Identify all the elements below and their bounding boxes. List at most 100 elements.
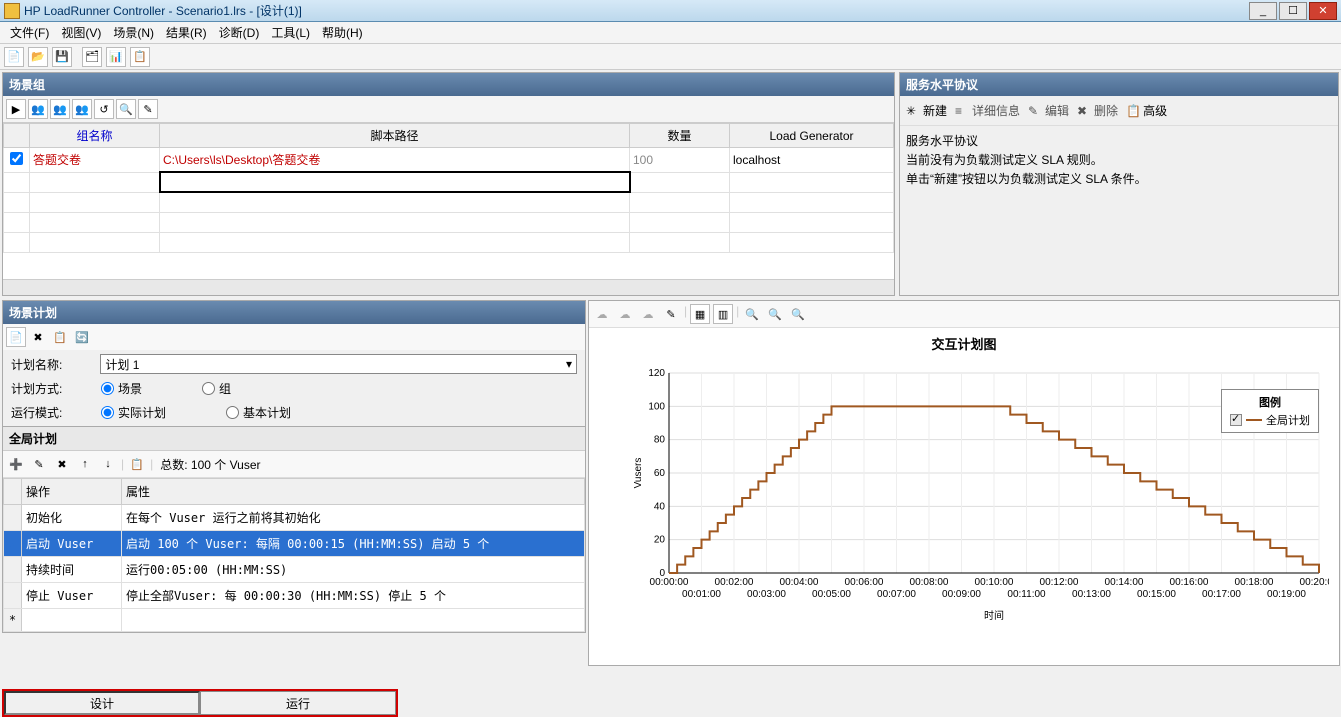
tab-run[interactable]: 运行 [200,691,396,715]
plan-name-label: 计划名称: [11,356,100,373]
col-attribute: 属性 [122,479,585,505]
play-icon[interactable]: ▶ [6,99,26,119]
sla-detail-button[interactable]: ≡详细信息 [955,102,1020,119]
svg-text:00:03:00: 00:03:00 [747,589,786,600]
vusers-icon-1[interactable]: 👥 [28,99,48,119]
svg-text:20: 20 [654,535,666,546]
radio-mode-real[interactable]: 实际计划 [101,404,166,421]
svg-text:时间: 时间 [984,609,1004,622]
menu-diag[interactable]: 诊断(D) [213,22,266,43]
gp-del-icon[interactable]: ✖ [52,454,72,474]
chart-view-2-icon[interactable]: ▥ [713,304,733,324]
table-row[interactable]: 答题交卷 C:\Users\ls\Desktop\答题交卷 100 localh… [4,148,894,173]
open-icon[interactable]: 📂 [28,47,48,67]
chart-tool-2[interactable]: ☁ [615,304,635,324]
vusers-icon-2[interactable]: 👥 [50,99,70,119]
gp-add-icon[interactable]: ➕ [6,454,26,474]
new-icon: ✳ [906,104,920,118]
zoom-in-icon[interactable]: 🔍 [742,304,762,324]
run-mode-label: 运行模式: [11,404,101,421]
plan-name-select[interactable]: 计划 1▾ [100,354,577,374]
menu-view[interactable]: 视图(V) [55,22,107,43]
global-plan-grid[interactable]: 操作 属性 初始化在每个 Vuser 运行之前将其初始化 ▸启动 Vuser启动… [3,478,585,632]
menu-file[interactable]: 文件(F) [4,22,55,43]
svg-text:00:13:00: 00:13:00 [1072,589,1111,600]
gp-copy-icon[interactable]: 📋 [127,454,147,474]
details-icon[interactable]: 🔍 [116,99,136,119]
maximize-button[interactable]: ☐ [1279,2,1307,20]
legend-line-icon [1246,419,1262,421]
svg-text:00:14:00: 00:14:00 [1105,577,1144,588]
scenario-group-toolbar: ▶ 👥 👥 👥 ↺ 🔍 ✎ [3,96,894,123]
menu-results[interactable]: 结果(R) [160,22,213,43]
svg-text:00:01:00: 00:01:00 [682,589,721,600]
new-icon[interactable]: 📄 [4,47,24,67]
scenario-group-header: 场景组 [3,73,894,96]
chart-tool-1[interactable]: ☁ [592,304,612,324]
reset-icon[interactable]: ↺ [94,99,114,119]
edit-icon[interactable]: ✎ [138,99,158,119]
menu-tools[interactable]: 工具(L) [265,22,316,43]
tool-icon-1[interactable]: 🗂 [82,47,102,67]
col-group-name[interactable]: 组名称 [30,124,160,148]
legend-checkbox[interactable] [1230,414,1242,426]
svg-text:00:00:00: 00:00:00 [650,577,689,588]
menu-help[interactable]: 帮助(H) [316,22,369,43]
table-row[interactable]: 初始化在每个 Vuser 运行之前将其初始化 [4,505,585,531]
svg-text:60: 60 [654,468,666,479]
tool-icon-2[interactable]: 📊 [106,47,126,67]
row-checkbox[interactable] [10,152,23,165]
gp-up-icon[interactable]: ↑ [75,454,95,474]
sla-delete-button[interactable]: ✖删除 [1077,102,1118,119]
schedule-header: 场景计划 [3,301,585,324]
window-title: HP LoadRunner Controller - Scenario1.lrs… [24,2,302,19]
svg-text:00:10:00: 00:10:00 [975,577,1014,588]
svg-text:00:04:00: 00:04:00 [780,577,819,588]
svg-text:00:20:00: 00:20:00 [1300,577,1329,588]
sched-new-icon[interactable]: 📄 [6,327,26,347]
svg-text:00:17:00: 00:17:00 [1202,589,1241,600]
global-plan-toolbar: ➕ ✎ ✖ ↑ ↓ | 📋 | 总数: 100 个 Vuser [3,451,585,478]
minimize-button[interactable]: _ [1249,2,1277,20]
svg-text:00:09:00: 00:09:00 [942,589,981,600]
svg-text:Vusers: Vusers [633,458,644,489]
global-plan-header: 全局计划 [3,427,585,451]
sched-refresh-icon[interactable]: 🔄 [72,327,92,347]
radio-method-scene[interactable]: 场景 [101,380,142,397]
save-icon[interactable]: 💾 [52,47,72,67]
menu-bar: 文件(F) 视图(V) 场景(N) 结果(R) 诊断(D) 工具(L) 帮助(H… [0,22,1341,44]
col-load-generator: Load Generator [730,124,894,148]
horizontal-scrollbar[interactable] [3,279,894,295]
cell-group-name: 答题交卷 [30,148,160,173]
chart-view-1-icon[interactable]: ▦ [690,304,710,324]
sched-delete-icon[interactable]: ✖ [28,327,48,347]
vusers-icon-3[interactable]: 👥 [72,99,92,119]
tool-icon-3[interactable]: 📋 [130,47,150,67]
cell-load-generator: localhost [730,148,894,173]
menu-scenario[interactable]: 场景(N) [107,22,160,43]
table-row[interactable]: ▸启动 Vuser启动 100 个 Vuser: 每隔 00:00:15 (HH… [4,531,585,557]
editing-cell[interactable] [160,172,630,192]
tab-design[interactable]: 设计 [4,691,200,715]
col-operation: 操作 [22,479,122,505]
gp-edit-icon[interactable]: ✎ [29,454,49,474]
table-row[interactable]: 持续时间运行00:05:00 (HH:MM:SS) [4,557,585,583]
sla-edit-button[interactable]: ✎编辑 [1028,102,1069,119]
chart-tool-3[interactable]: ☁ [638,304,658,324]
chevron-down-icon: ▾ [566,357,572,371]
svg-text:00:08:00: 00:08:00 [910,577,949,588]
sched-copy-icon[interactable]: 📋 [50,327,70,347]
sla-advanced-button[interactable]: 📋高级 [1126,102,1167,119]
table-row[interactable]: 停止 Vuser停止全部Vuser: 每 00:00:30 (HH:MM:SS)… [4,583,585,609]
gp-down-icon[interactable]: ↓ [98,454,118,474]
close-button[interactable]: ✕ [1309,2,1337,20]
radio-method-group[interactable]: 组 [202,380,231,397]
zoom-out-icon[interactable]: 🔍 [765,304,785,324]
scenario-group-grid[interactable]: 组名称 脚本路径 数量 Load Generator 答题交卷 C:\Users… [3,123,894,279]
radio-mode-basic[interactable]: 基本计划 [226,404,291,421]
chart-edit-icon[interactable]: ✎ [661,304,681,324]
table-row[interactable]: * [4,609,585,632]
chart-legend: 图例 全局计划 [1221,389,1319,433]
sla-new-button[interactable]: ✳新建 [906,102,947,119]
zoom-fit-icon[interactable]: 🔍 [788,304,808,324]
